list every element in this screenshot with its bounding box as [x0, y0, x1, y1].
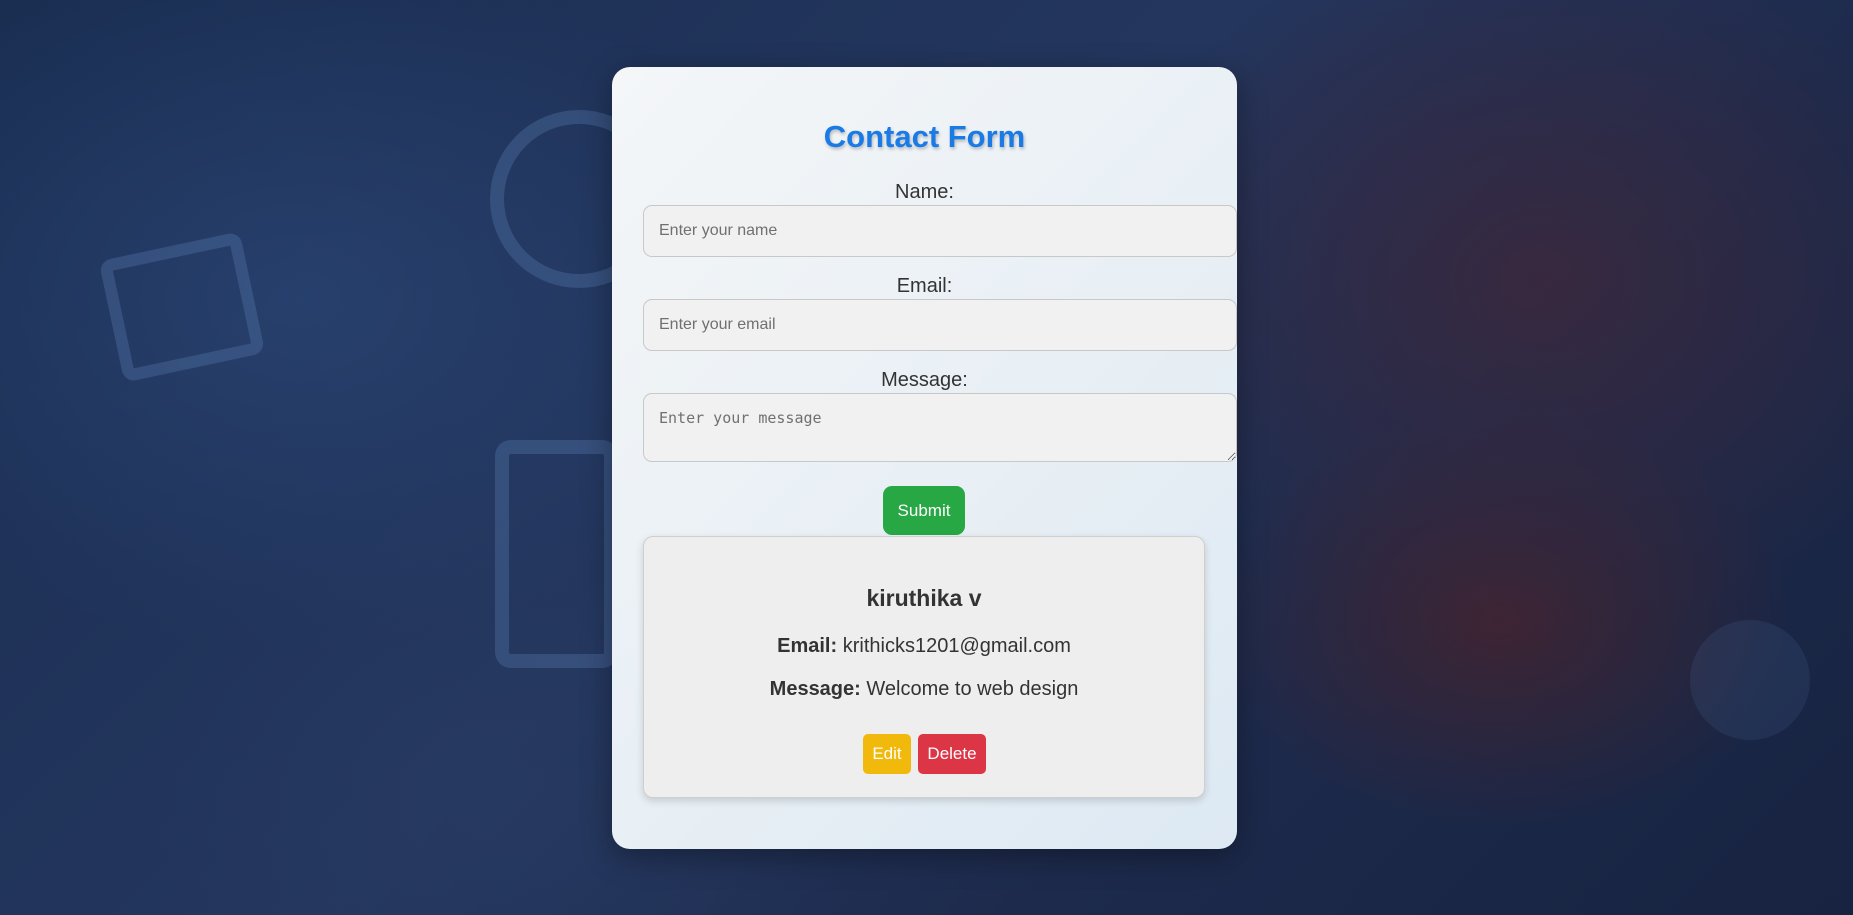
entry-message-label: Message:	[769, 678, 861, 700]
submitted-entry-card: kiruthika v Email: krithicks1201@gmail.c…	[643, 536, 1205, 798]
contact-form-card: Contact Form Name: Email: Message: Submi…	[612, 67, 1237, 849]
form-title: Contact Form	[823, 119, 1026, 154]
name-input[interactable]	[643, 205, 1237, 257]
entry-message-value: Welcome to web design	[866, 678, 1079, 700]
submit-button[interactable]: Submit	[883, 486, 965, 535]
entry-email-value: krithicks1201@gmail.com	[842, 635, 1071, 657]
phone-decoration-icon	[495, 440, 618, 668]
circle-decoration	[1690, 620, 1810, 740]
edit-button[interactable]: Edit	[863, 734, 911, 774]
name-label: Name:	[895, 181, 954, 203]
entry-email-label: Email:	[777, 635, 838, 657]
email-input[interactable]	[643, 299, 1237, 351]
entry-message-line: Message: Welcome to web design	[644, 678, 1204, 701]
message-textarea[interactable]	[643, 393, 1237, 462]
message-label: Message:	[881, 369, 968, 391]
entry-name: kiruthika v	[866, 585, 982, 611]
entry-email-line: Email: krithicks1201@gmail.com	[644, 635, 1204, 658]
delete-button[interactable]: Delete	[918, 734, 986, 774]
email-label: Email:	[896, 275, 953, 297]
